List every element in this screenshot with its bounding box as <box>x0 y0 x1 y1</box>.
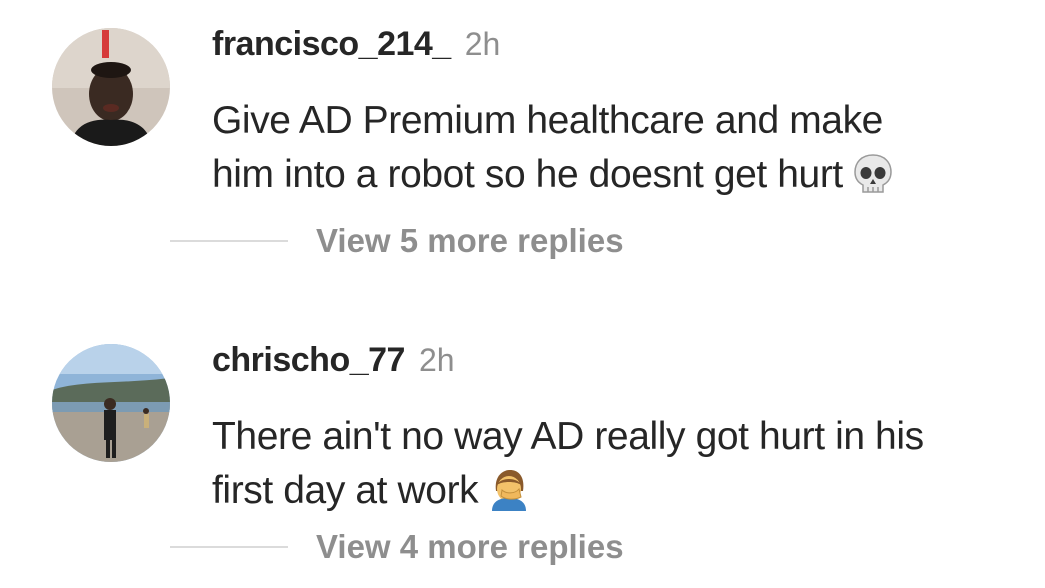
comment-text-line: him into a robot so he doesnt get hurt <box>212 153 843 196</box>
comment-text-line: first day at work <box>212 469 479 512</box>
comment-text-line: Give AD Premium healthcare and make <box>212 99 883 142</box>
skull-icon <box>853 153 893 210</box>
facepalm-icon <box>488 467 530 526</box>
avatar[interactable] <box>52 28 170 146</box>
view-replies-label: View 4 more replies <box>316 528 624 565</box>
replies-divider <box>170 240 288 242</box>
timestamp: 2h <box>464 26 501 62</box>
avatar[interactable] <box>52 344 170 462</box>
view-replies-label: View 5 more replies <box>316 222 624 259</box>
comment-text: Give AD Premium healthcare and make him … <box>212 94 1012 210</box>
replies-divider <box>170 546 288 548</box>
comment-text-line: There ain't no way AD really got hurt in… <box>212 415 924 458</box>
comment-header: francisco_214_ 2h <box>212 22 500 73</box>
avatar-photo-icon <box>52 28 170 146</box>
timestamp: 2h <box>418 342 455 378</box>
view-replies-button[interactable]: View 4 more replies <box>170 528 624 572</box>
username[interactable]: chrischo_77 <box>212 341 405 379</box>
comment-header: chrischo_77 2h <box>212 338 455 389</box>
avatar-photo-icon <box>52 344 170 462</box>
view-replies-button[interactable]: View 5 more replies <box>170 222 624 266</box>
comment-text: There ain't no way AD really got hurt in… <box>212 410 1012 526</box>
username[interactable]: francisco_214_ <box>212 25 451 63</box>
